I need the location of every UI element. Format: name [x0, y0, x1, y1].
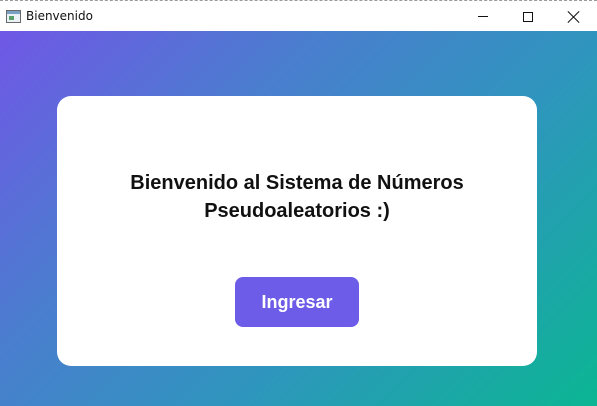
window-titlebar[interactable]: Bienvenido	[0, 0, 597, 31]
app-window-icon	[6, 10, 21, 23]
welcome-heading: Bienvenido al Sistema de Números Pseudoa…	[57, 169, 537, 225]
welcome-heading-line-2: Pseudoaleatorios :)	[204, 200, 390, 222]
minimize-icon	[478, 16, 488, 17]
gradient-background: Bienvenido al Sistema de Números Pseudoa…	[0, 31, 597, 406]
enter-button[interactable]: Ingresar	[235, 277, 359, 327]
close-button[interactable]	[551, 1, 597, 32]
welcome-card: Bienvenido al Sistema de Números Pseudoa…	[57, 96, 537, 366]
maximize-icon	[523, 11, 533, 22]
welcome-heading-line-1: Bienvenido al Sistema de Números	[130, 172, 464, 194]
close-icon	[568, 11, 580, 23]
maximize-button[interactable]	[505, 1, 551, 32]
window-title: Bienvenido	[26, 9, 93, 23]
minimize-button[interactable]	[460, 1, 506, 32]
